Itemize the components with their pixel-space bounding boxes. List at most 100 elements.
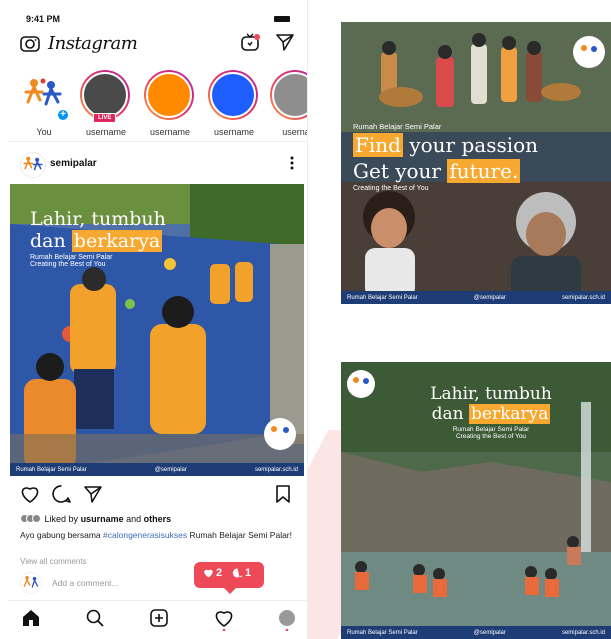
post-headline-line1: Lahir, tumbuh (30, 208, 166, 230)
story-ring (144, 70, 194, 120)
story-avatar (210, 72, 256, 118)
likes-others[interactable]: others (144, 514, 172, 524)
story-user[interactable]: username (208, 70, 260, 140)
comment-icon[interactable] (52, 485, 71, 508)
profile-icon[interactable] (278, 609, 296, 636)
promo-top-tagline: Creating the Best of You (353, 185, 429, 192)
promo-top-line2: Get your future. (353, 159, 538, 183)
igtv-icon[interactable] (240, 32, 260, 57)
story-label: You (36, 127, 52, 137)
comment-filled-icon (232, 568, 243, 578)
search-icon[interactable] (86, 609, 104, 632)
post-footer-strip: Rumah Belajar Semi Palar @semipalar semi… (10, 463, 304, 476)
post-headline: Lahir, tumbuh dan berkarya Rumah Belajar… (30, 208, 166, 268)
your-avatar: + (18, 70, 70, 122)
top-bar: Instagram (8, 28, 307, 60)
promo-bottom-sub-2: Creating the Best of You (455, 433, 527, 440)
instagram-phone-mockup: 9:41 PM Instagram + You LIVE username us… (8, 0, 308, 639)
footer-website: semipalar.sch.id (254, 466, 298, 473)
add-story-plus-icon[interactable]: + (56, 108, 70, 122)
post-headline-highlight: berkarya (71, 230, 163, 252)
promo-top-text: Rumah Belajar Semi Palar Find your passi… (353, 122, 538, 192)
post-sub-2: Creating the Best of You (30, 261, 106, 268)
new-post-icon[interactable] (150, 609, 168, 632)
notif-likes-count: 2 (216, 567, 223, 579)
promo-top-find: Find (353, 133, 403, 157)
direct-message-icon[interactable] (276, 33, 294, 56)
story-ring (208, 70, 258, 120)
likes-line: Liked by usurname and others (20, 514, 171, 525)
heart-filled-icon (204, 569, 213, 578)
more-options-icon[interactable] (290, 156, 294, 175)
share-icon[interactable] (84, 485, 102, 508)
view-all-comments-link[interactable]: View all comments (20, 557, 87, 566)
post-sub-1: Rumah Belajar Semi Palar (30, 254, 113, 261)
battery-icon (274, 16, 290, 22)
story-avatar (272, 72, 307, 118)
footer-instagram: @semipalar (154, 466, 187, 473)
promo-bottom-line2: dan berkarya (411, 404, 571, 424)
promo-post-find-your-passion[interactable]: Rumah Belajar Semi Palar Find your passi… (341, 22, 611, 304)
post-headline-line2: dan berkarya (30, 230, 166, 252)
semipalar-logo-icon (20, 152, 46, 178)
caption-text-a: Ayo gabung bersama (20, 530, 104, 540)
story-avatar (82, 72, 128, 118)
promo-top-get-your: Get your (353, 159, 448, 183)
post-image[interactable]: Lahir, tumbuh dan berkarya Rumah Belajar… (10, 184, 304, 476)
status-bar: 9:41 PM (8, 0, 307, 28)
story-user[interactable]: username (144, 70, 196, 140)
notif-likes: 2 (203, 567, 222, 579)
story-live-user[interactable]: LIVE username (80, 70, 132, 140)
post-actions (8, 482, 307, 508)
post-headline-dan: dan (30, 230, 72, 252)
promo-top-future: future. (447, 159, 521, 183)
likes-mid: and (126, 514, 142, 524)
footer-instagram: @semipalar (473, 629, 506, 636)
promo-top-footer: Rumah Belajar Semi Palar @semipalar semi… (341, 291, 611, 304)
story-label: username (213, 127, 255, 137)
stories-tray: + You LIVE username username username us… (8, 66, 308, 142)
post-avatar[interactable] (20, 152, 46, 183)
notif-comments-count: 1 (245, 567, 252, 579)
instagram-wordmark: Instagram (48, 33, 138, 54)
commenter-avatar-icon (20, 572, 42, 594)
story-avatar (146, 72, 192, 118)
likes-prefix: Liked by (44, 514, 79, 524)
live-badge: LIVE (93, 113, 117, 123)
post-caption: Ayo gabung bersama #calongenerasisukses … (20, 530, 295, 541)
notif-comments: 1 (232, 567, 251, 579)
footer-instagram: @semipalar (473, 294, 506, 301)
story-label: userna (282, 127, 308, 137)
story-ring (270, 70, 307, 120)
footer-facebook: Rumah Belajar Semi Palar (347, 629, 418, 636)
status-time: 9:41 PM (26, 14, 61, 24)
footer-website: semipalar.sch.id (561, 294, 605, 301)
promo-bottom-highlight: berkarya (469, 404, 551, 424)
promo-bottom-sub-1: Rumah Belajar Semi Palar (452, 426, 530, 433)
promo-bottom-line1: Lahir, tumbuh (430, 384, 552, 404)
footer-facebook: Rumah Belajar Semi Palar (347, 294, 418, 301)
promo-top-passion: your passion (402, 133, 539, 157)
camera-icon[interactable] (20, 34, 40, 57)
caption-hashtag[interactable]: #calongenerasisukses (103, 530, 187, 540)
promo-bottom-footer: Rumah Belajar Semi Palar @semipalar semi… (341, 626, 611, 639)
home-icon[interactable] (22, 609, 40, 632)
promo-top-line1: Find your passion (353, 133, 538, 157)
story-label: username (85, 127, 127, 137)
story-user[interactable]: userna (270, 70, 308, 140)
activity-notification-bubble[interactable]: 2 1 (194, 562, 264, 594)
post-header: semipalar (8, 148, 307, 183)
likes-user[interactable]: usurname (81, 514, 124, 524)
promo-post-lahir-tumbuh[interactable]: Lahir, tumbuh dan berkarya Rumah Belajar… (341, 362, 611, 639)
promo-bottom-text: Lahir, tumbuh dan berkarya Rumah Belajar… (411, 384, 571, 440)
post-username[interactable]: semipalar (50, 158, 97, 169)
heart-icon[interactable] (20, 485, 40, 508)
activity-heart-icon[interactable] (214, 609, 234, 636)
screen: 9:41 PM Instagram + You LIVE username us… (0, 0, 611, 639)
bookmark-icon[interactable] (276, 485, 290, 508)
caption-text-b: Rumah Belajar Semi Palar! (187, 530, 293, 540)
story-you[interactable]: + You (18, 70, 70, 140)
add-comment-input[interactable]: Add a comment... (52, 578, 119, 588)
story-label: username (149, 127, 191, 137)
footer-website: semipalar.sch.id (561, 629, 605, 636)
